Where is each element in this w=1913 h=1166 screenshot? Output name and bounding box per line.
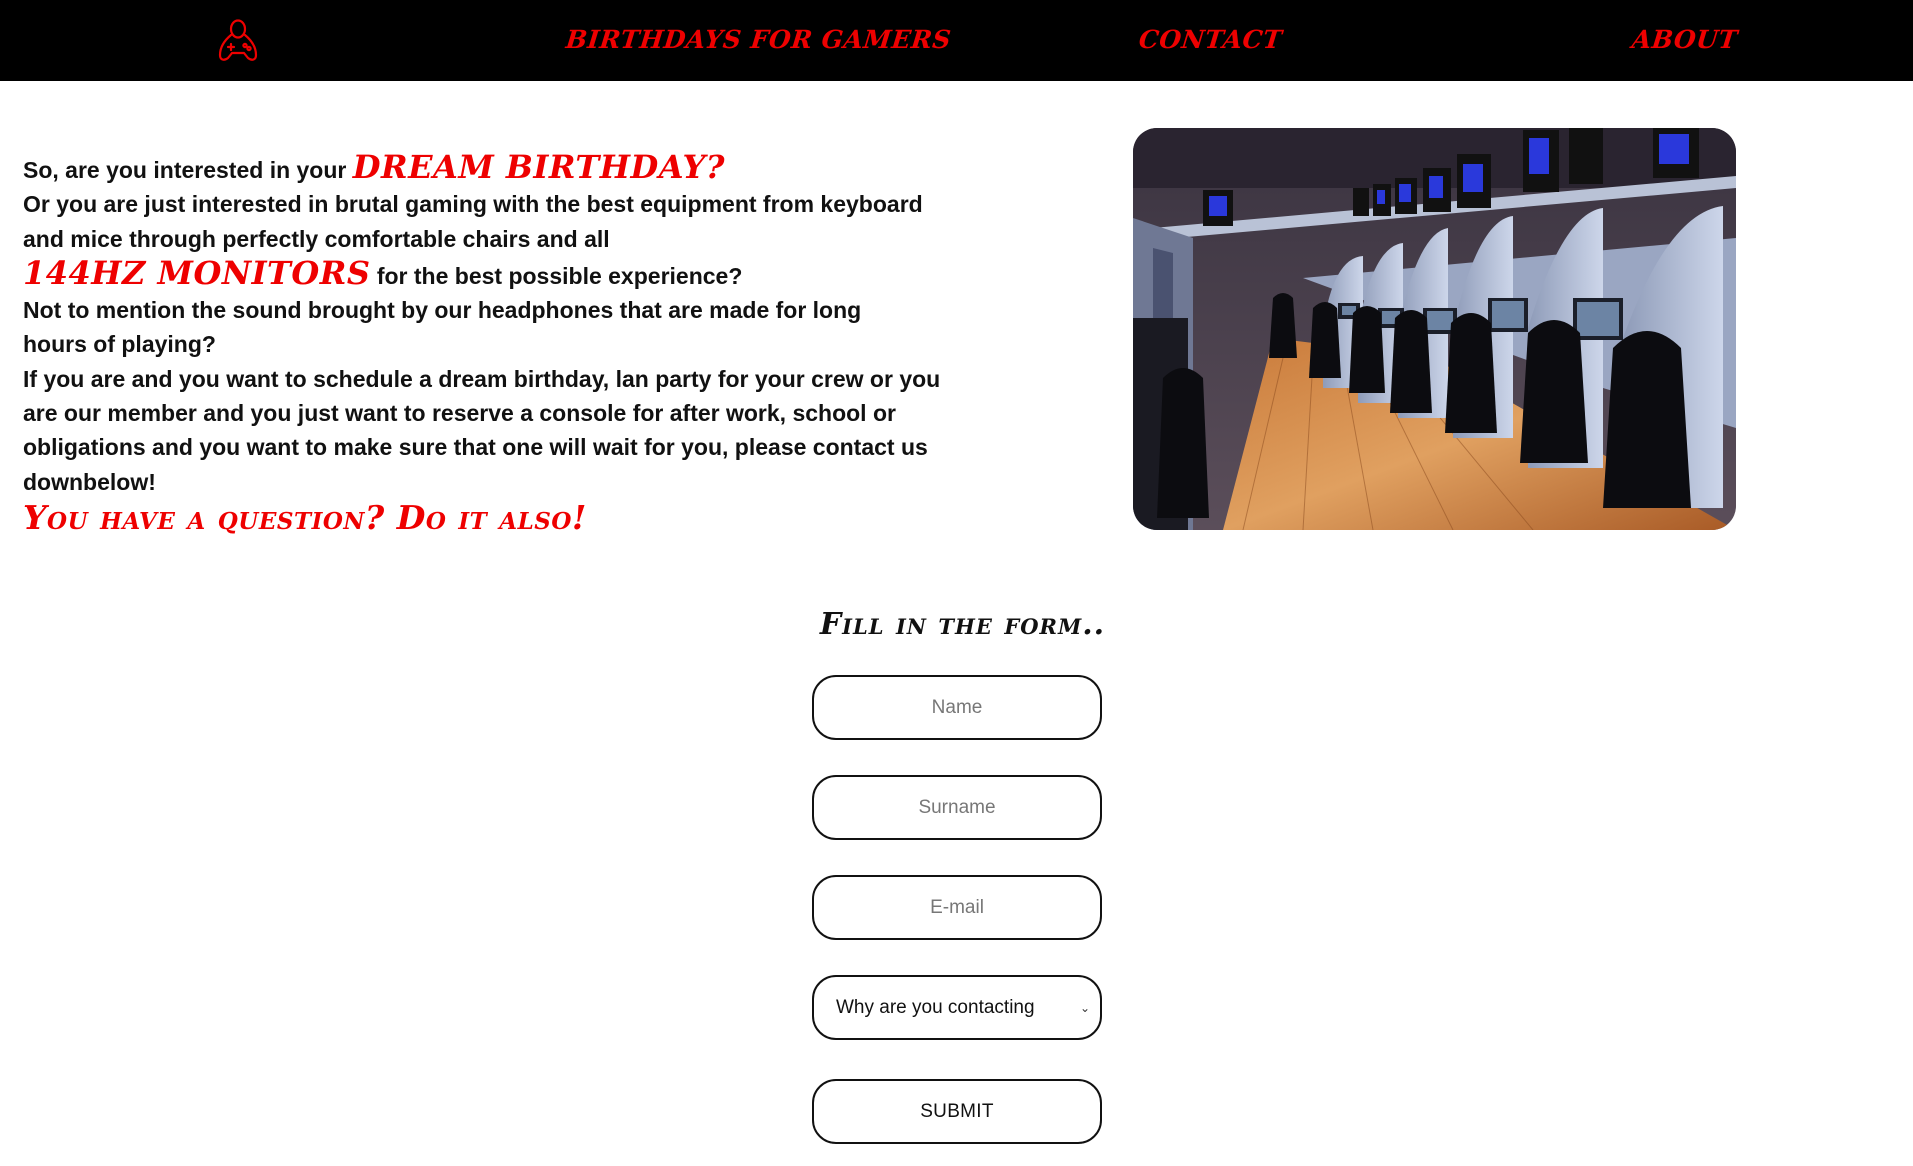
- gaming-room-photo: [1133, 128, 1736, 530]
- intro-line3: Not to mention the sound brought by our …: [23, 297, 862, 358]
- monitors-text: for the best possible experience?: [370, 262, 743, 289]
- name-input[interactable]: [812, 675, 1102, 740]
- intro-line4: If you are and you want to schedule a dr…: [23, 365, 941, 495]
- monitors-accent: 144HZ MONITORS: [23, 253, 371, 292]
- intro-line2: Or you are just interested in brutal gam…: [23, 191, 923, 252]
- question-accent: You have a question? Do it also!: [23, 497, 587, 537]
- nav-link-birthdays[interactable]: BIRTHDAYS FOR GAMERS: [564, 25, 952, 54]
- gamer-controller-logo-icon[interactable]: [216, 18, 262, 64]
- surname-input[interactable]: [812, 775, 1102, 840]
- intro-text: So, are you interested in your DREAM BIR…: [23, 150, 953, 538]
- contact-reason-select[interactable]: Why are you contacting ⌄: [812, 975, 1102, 1040]
- nav-link-contact[interactable]: CONTACT: [1137, 25, 1283, 54]
- top-navbar: BIRTHDAYS FOR GAMERS CONTACT ABOUT: [0, 0, 1913, 81]
- form-title: Fill in the form..: [819, 607, 1106, 642]
- contact-reason-selected: Why are you contacting: [836, 996, 1035, 1018]
- nav-link-about[interactable]: ABOUT: [1630, 25, 1739, 54]
- chevron-down-icon: ⌄: [1079, 1000, 1090, 1015]
- email-input[interactable]: [812, 875, 1102, 940]
- submit-button[interactable]: SUBMIT: [812, 1079, 1102, 1144]
- dream-birthday-accent: DREAM BIRTHDAY?: [352, 148, 726, 186]
- intro-line1: So, are you interested in your: [23, 157, 353, 183]
